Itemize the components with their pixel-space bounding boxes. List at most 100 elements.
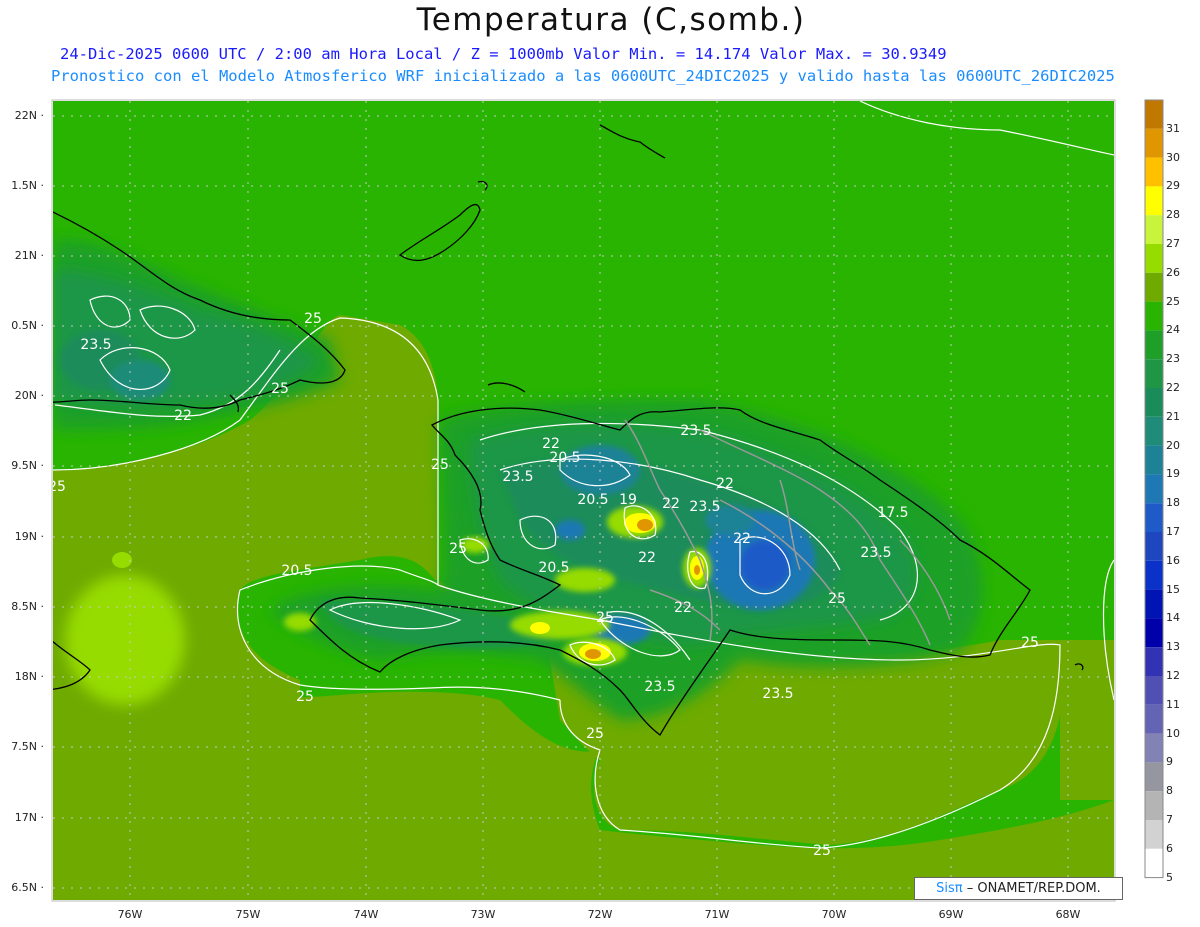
contour-label: 25	[586, 726, 604, 742]
colorbar-label: 24	[1166, 323, 1180, 337]
contour-label: 23.5	[680, 423, 711, 439]
colorbar-label: 22	[1166, 381, 1180, 394]
colorbar-swatch	[1145, 503, 1163, 532]
contour-label: 22	[733, 531, 751, 547]
temperature-map: 25 23.5 25 22 25 25 22 20.5 23.5 23.5 22 20.5 19 22 23…	[48, 99, 1164, 902]
colorbar-swatch	[1145, 100, 1163, 129]
contour-label: 25	[48, 479, 66, 495]
lon-label: 69W	[938, 908, 964, 921]
contour-label: 25	[1021, 635, 1039, 651]
colorbar-swatch	[1145, 215, 1163, 244]
colorbar-swatch	[1145, 791, 1163, 820]
colorbar-swatch	[1145, 647, 1163, 676]
colorbar-swatch	[1145, 272, 1163, 302]
colorbar-swatch	[1145, 848, 1163, 878]
colorbar-label: 8	[1166, 784, 1173, 798]
lon-label: 74W	[353, 908, 379, 921]
contour-label: 25	[296, 689, 314, 705]
colorbar-swatch	[1145, 474, 1163, 504]
colorbar-swatch	[1145, 589, 1163, 619]
lon-label: 72W	[587, 908, 613, 921]
lon-label: 76W	[117, 908, 143, 921]
colorbar-swatch	[1145, 330, 1163, 360]
contour-label: 23.5	[762, 686, 793, 702]
colorbar-label: 15	[1166, 582, 1180, 596]
colorbar-swatch	[1145, 359, 1163, 388]
colorbar-swatch	[1145, 676, 1163, 705]
contour-label: 22	[638, 550, 656, 566]
lon-label: 70W	[821, 908, 847, 921]
colorbar-label: 6	[1166, 841, 1173, 855]
lat-label: 9.5N ·	[11, 459, 44, 472]
colorbar-label: 25	[1166, 294, 1180, 308]
colorbar-swatch	[1145, 445, 1163, 475]
lat-label: 19N ·	[14, 530, 44, 543]
contour-label: 25	[271, 381, 289, 397]
contour-label: 19	[619, 492, 637, 508]
colorbar-label: 28	[1166, 208, 1180, 222]
lat-label: 17N ·	[14, 811, 44, 824]
colorbar-label: 9	[1166, 755, 1173, 769]
colorbar-label: 31	[1166, 121, 1180, 135]
contour-label: 20.5	[549, 450, 580, 466]
colorbar-label: 18	[1166, 496, 1180, 510]
colorbar-label: 23	[1166, 352, 1180, 366]
colorbar-swatch	[1145, 560, 1163, 590]
lat-label: 7.5N ·	[11, 740, 44, 753]
credit-box: Sisπ – ONAMET/REP.DOM.	[914, 877, 1123, 900]
colorbar-label: 16	[1166, 553, 1180, 567]
colorbar-swatch	[1145, 532, 1163, 561]
contour-label: 23.5	[502, 469, 533, 485]
colorbar-swatch	[1145, 128, 1163, 158]
lon-label: 71W	[704, 908, 730, 921]
colorbar-label: 12	[1166, 669, 1180, 682]
colorbar-swatch	[1145, 618, 1163, 648]
contour-label: 23.5	[80, 337, 111, 353]
lat-label: 18N ·	[14, 670, 44, 683]
colorbar-swatch	[1145, 733, 1163, 763]
contour-label: 25	[304, 311, 322, 327]
contour-label: 25	[596, 610, 614, 626]
contour-label: 22	[674, 600, 692, 616]
contour-label: 22	[716, 476, 734, 492]
colorbar-label: 5	[1166, 870, 1173, 884]
contour-label: 25	[828, 591, 846, 607]
colorbar-label: 17	[1166, 525, 1180, 538]
colorbar-label: 21	[1166, 409, 1180, 423]
colorbar-swatch	[1145, 820, 1163, 849]
lon-label: 68W	[1055, 908, 1081, 921]
colorbar-label: 27	[1166, 237, 1180, 250]
colorbar-label: 29	[1166, 179, 1180, 193]
colorbar-swatch	[1145, 416, 1163, 446]
contour-label: 20.5	[281, 563, 312, 579]
contour-label: 22	[662, 496, 680, 512]
contour-label: 25	[431, 457, 449, 473]
colorbar-swatch	[1145, 157, 1163, 187]
lat-label: 0.5N ·	[11, 319, 44, 332]
colorbar-label: 7	[1166, 813, 1173, 826]
colorbar-swatch	[1145, 388, 1163, 417]
colorbar-label: 13	[1166, 640, 1180, 654]
colorbar-swatch	[1145, 704, 1163, 734]
lon-label: 73W	[470, 908, 496, 921]
colorbar-label: 10	[1166, 726, 1180, 740]
colorbar-swatch	[1145, 762, 1163, 792]
lat-label: 20N ·	[14, 389, 44, 402]
lat-label: 6.5N ·	[11, 881, 44, 894]
contour-label: 23.5	[860, 545, 891, 561]
colorbar-swatch	[1145, 301, 1163, 331]
colorbar-label: 14	[1166, 611, 1180, 625]
contour-label: 25	[813, 843, 831, 859]
lat-label: 22N ·	[14, 109, 44, 122]
contour-label: 23.5	[689, 499, 720, 515]
colorbar-label: 20	[1166, 438, 1180, 452]
colorbar	[1144, 99, 1164, 879]
colorbar-label: 30	[1166, 150, 1180, 164]
colorbar-swatch	[1145, 244, 1163, 273]
colorbar-swatch	[1145, 186, 1163, 216]
contour-label: 20.5	[538, 560, 569, 576]
contour-label: 23.5	[644, 679, 675, 695]
contour-label: 20.5	[577, 492, 608, 508]
credit-text: – ONAMET/REP.DOM.	[966, 881, 1101, 896]
lat-label: 21N ·	[14, 249, 44, 262]
